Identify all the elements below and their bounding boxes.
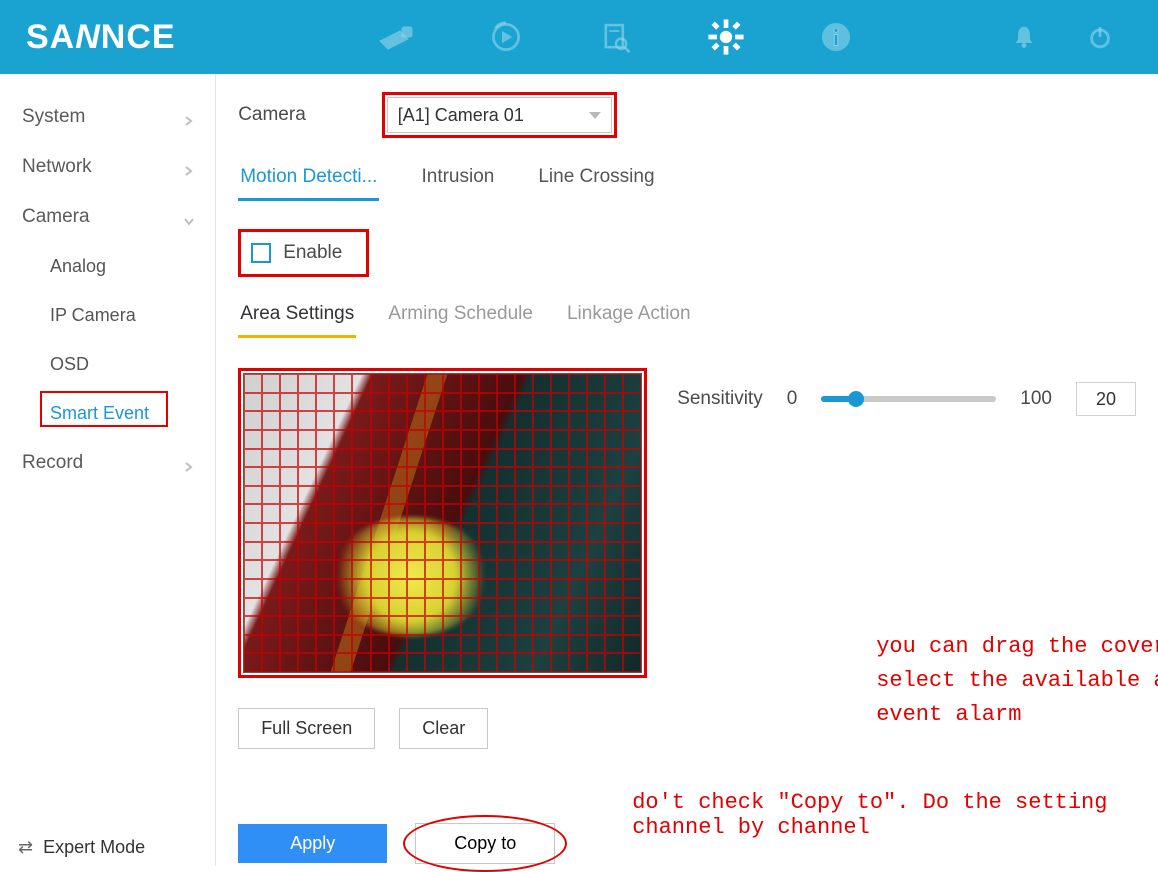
file-search-icon[interactable]	[596, 17, 636, 57]
settings-subtabs: Area Settings Arming Schedule Linkage Ac…	[238, 299, 1136, 338]
enable-label: Enable	[283, 242, 342, 264]
chevron-right-icon	[183, 161, 195, 173]
tab-motion-detection[interactable]: Motion Detecti...	[238, 160, 379, 201]
sidebar-item-system[interactable]: System	[0, 92, 215, 142]
sensitivity-max: 100	[1020, 388, 1052, 410]
copy-to-button[interactable]: Copy to	[415, 823, 555, 864]
sidebar-item-network[interactable]: Network	[0, 142, 215, 192]
subtab-linkage-action[interactable]: Linkage Action	[565, 299, 693, 338]
bottom-actions: Apply Copy to	[238, 821, 557, 866]
playback-icon[interactable]	[486, 17, 526, 57]
top-menu	[376, 17, 1004, 57]
power-icon[interactable]	[1080, 17, 1120, 57]
top-right-menu	[1004, 17, 1120, 57]
sidebar-label: System	[22, 106, 85, 128]
bell-icon[interactable]	[1004, 17, 1044, 57]
annotation-text: do't check "Copy to". Do the setting cha…	[632, 790, 1158, 840]
dropdown-caret-icon	[589, 112, 601, 119]
sensitivity-label: Sensitivity	[677, 388, 763, 410]
sidebar-item-camera[interactable]: Camera	[0, 192, 215, 242]
toggle-icon: ⇄	[18, 837, 33, 858]
annotation-highlight: Enable	[238, 229, 369, 277]
sidebar-label: Network	[22, 156, 92, 178]
sensitivity-min: 0	[787, 388, 798, 410]
camera-label: Camera	[238, 104, 306, 126]
sidebar-label: Record	[22, 452, 83, 474]
annotation-highlight: [A1] Camera 01	[382, 92, 617, 138]
sidebar-sub-smart-event[interactable]: Smart Event	[0, 389, 215, 438]
enable-row: Enable	[238, 229, 1136, 277]
sidebar-sub-analog[interactable]: Analog	[0, 242, 215, 291]
tab-intrusion[interactable]: Intrusion	[419, 160, 496, 201]
sidebar-label: Camera	[22, 206, 90, 228]
info-icon[interactable]	[816, 17, 856, 57]
sidebar: System Network Camera Analog IP Camera O…	[0, 74, 216, 866]
sidebar-item-record[interactable]: Record	[0, 438, 215, 488]
annotation-text: you can drag the coverage to select the …	[876, 630, 1158, 732]
enable-checkbox[interactable]	[251, 243, 271, 263]
subtab-area-settings[interactable]: Area Settings	[238, 299, 356, 338]
sidebar-sub-ipcamera[interactable]: IP Camera	[0, 291, 215, 340]
content-pane: Camera [A1] Camera 01 Motion Detecti... …	[216, 74, 1158, 866]
chevron-down-icon	[183, 211, 195, 223]
copy-to-wrapper: Copy to	[413, 821, 557, 866]
clear-button[interactable]: Clear	[399, 708, 488, 749]
sensitivity-block: Sensitivity 0 100 20	[677, 382, 1136, 416]
annotation-highlight	[238, 368, 647, 678]
brand-logo: SANNCE	[26, 18, 176, 57]
camera-row: Camera [A1] Camera 01	[238, 92, 1136, 138]
subtab-arming-schedule[interactable]: Arming Schedule	[386, 299, 535, 338]
motion-area-canvas[interactable]	[243, 373, 642, 673]
sensitivity-slider[interactable]	[821, 396, 996, 402]
sidebar-sub-osd[interactable]: OSD	[0, 340, 215, 389]
slider-thumb[interactable]	[848, 391, 864, 407]
chevron-right-icon	[183, 457, 195, 469]
expert-mode-toggle[interactable]: ⇄ Expert Mode	[18, 837, 145, 858]
camera-select[interactable]: [A1] Camera 01	[387, 97, 612, 133]
expert-mode-label: Expert Mode	[43, 837, 145, 858]
sensitivity-value-input[interactable]: 20	[1076, 382, 1136, 416]
full-screen-button[interactable]: Full Screen	[238, 708, 375, 749]
event-type-tabs: Motion Detecti... Intrusion Line Crossin…	[238, 160, 1136, 201]
top-bar: SANNCE	[0, 0, 1158, 74]
live-view-icon[interactable]	[376, 17, 416, 57]
tab-line-crossing[interactable]: Line Crossing	[536, 160, 656, 201]
settings-icon[interactable]	[706, 17, 746, 57]
camera-select-value: [A1] Camera 01	[398, 105, 524, 126]
apply-button[interactable]: Apply	[238, 824, 387, 863]
chevron-right-icon	[183, 111, 195, 123]
